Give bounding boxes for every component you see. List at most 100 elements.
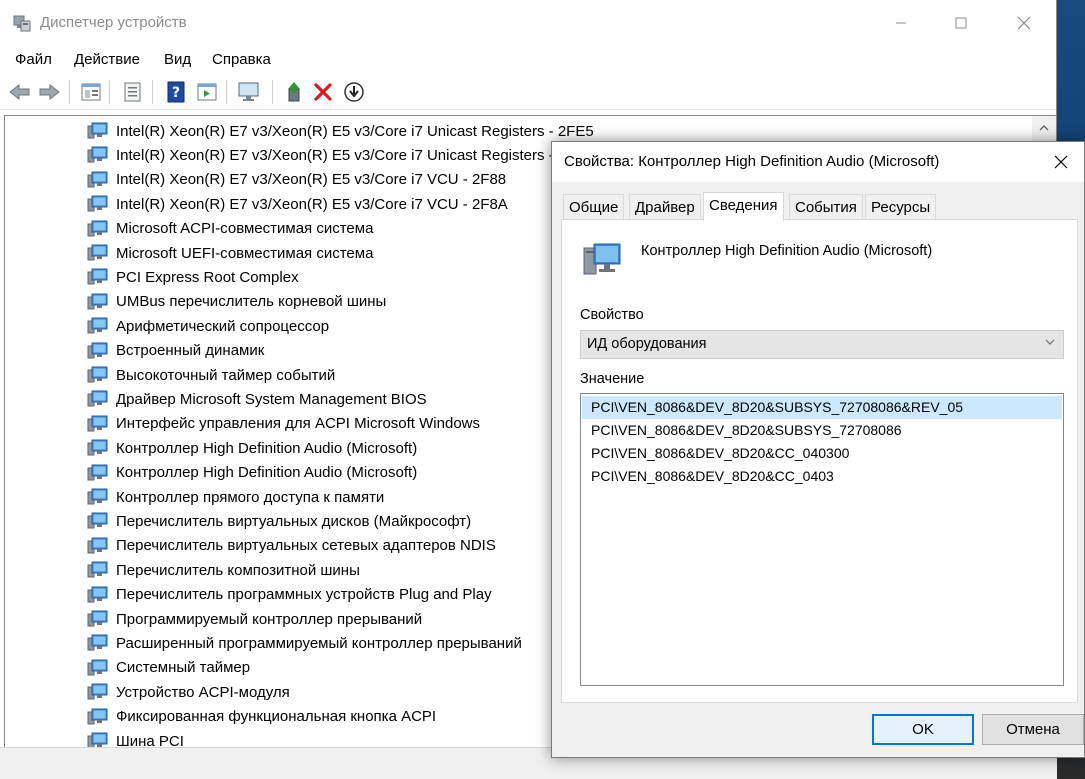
toolbar-separator bbox=[272, 80, 273, 104]
value-list[interactable]: PCI\VEN_8086&DEV_8D20&SUBSYS_72708086&RE… bbox=[580, 393, 1064, 686]
device-icon bbox=[87, 512, 108, 529]
tree-item[interactable]: Microsoft ACPI-совместимая система bbox=[87, 217, 373, 241]
properties-button[interactable] bbox=[120, 79, 146, 105]
tree-item[interactable]: Перечислитель композитной шины bbox=[87, 558, 360, 582]
property-dropdown[interactable]: ИД оборудования bbox=[580, 330, 1064, 359]
menu-bar: Файл Действие Вид Справка bbox=[0, 46, 1056, 74]
properties-icon bbox=[124, 82, 141, 102]
back-button[interactable] bbox=[7, 79, 33, 105]
action-pane-button[interactable] bbox=[194, 79, 220, 105]
device-icon bbox=[87, 610, 108, 627]
value-row[interactable]: PCI\VEN_8086&DEV_8D20&CC_040300 bbox=[582, 442, 1062, 465]
properties-dialog: Свойства: Контроллер High Definition Aud… bbox=[551, 141, 1085, 758]
window-title: Диспетчер устройств bbox=[40, 14, 187, 31]
tree-item-label: Высокоточный таймер событий bbox=[116, 366, 336, 384]
tree-item[interactable]: Перечислитель виртуальных сетевых адапте… bbox=[87, 534, 496, 558]
tree-item-label: Microsoft ACPI-совместимая система bbox=[116, 220, 374, 238]
tree-item-label: Интерфейс управления для ACPI Microsoft … bbox=[116, 415, 480, 433]
tab-details[interactable]: Сведения bbox=[703, 192, 784, 221]
close-button[interactable] bbox=[993, 0, 1055, 46]
tree-item-label: UMBus перечислитель корневой шины bbox=[116, 293, 387, 311]
device-icon bbox=[87, 561, 108, 578]
forward-arrow-icon bbox=[39, 83, 60, 101]
tab-driver[interactable]: Драйвер bbox=[629, 194, 701, 220]
show-hide-tree-button[interactable] bbox=[78, 79, 104, 105]
tree-item-label: Intel(R) Xeon(R) E7 v3/Xeon(R) E5 v3/Cor… bbox=[116, 195, 508, 213]
uninstall-button[interactable] bbox=[310, 79, 336, 105]
device-icon bbox=[87, 439, 108, 456]
tree-item-label: Контроллер High Definition Audio (Micros… bbox=[116, 464, 418, 482]
tree-item[interactable]: Арифметический сопроцессор bbox=[87, 314, 329, 338]
tree-item[interactable]: Microsoft UEFI-совместимая система bbox=[87, 241, 373, 265]
tree-item[interactable]: Системный таймер bbox=[87, 656, 250, 680]
show-hide-tree-icon bbox=[81, 83, 101, 101]
tree-item[interactable]: UMBus перечислитель корневой шины bbox=[87, 290, 386, 314]
menu-file[interactable]: Файл bbox=[15, 51, 52, 68]
maximize-icon bbox=[955, 17, 967, 29]
tree-item[interactable]: Драйвер Microsoft System Management BIOS bbox=[87, 387, 427, 411]
ok-button[interactable]: OK bbox=[872, 714, 974, 745]
tree-item[interactable]: Контроллер High Definition Audio (Micros… bbox=[87, 436, 417, 460]
scan-hardware-button[interactable] bbox=[236, 79, 262, 105]
title-bar[interactable]: Диспетчер устройств bbox=[0, 0, 1056, 46]
value-label: Значение bbox=[580, 371, 645, 387]
device-manager-app-icon bbox=[13, 15, 31, 32]
device-icon bbox=[87, 220, 108, 237]
close-icon bbox=[1017, 16, 1031, 30]
help-button[interactable]: ? bbox=[163, 79, 189, 105]
forward-button[interactable] bbox=[36, 79, 62, 105]
minimize-button[interactable] bbox=[870, 0, 932, 46]
tree-item[interactable]: Перечислитель виртуальных дисков (Майкро… bbox=[87, 509, 471, 533]
toolbar-separator bbox=[226, 80, 227, 104]
tree-item[interactable]: Intel(R) Xeon(R) E7 v3/Xeon(R) E5 v3/Cor… bbox=[87, 143, 594, 167]
device-icon bbox=[87, 293, 108, 310]
tree-item[interactable]: Шина PCI bbox=[87, 729, 184, 747]
tree-item[interactable]: PCI Express Root Complex bbox=[87, 265, 299, 289]
tree-item[interactable]: Встроенный динамик bbox=[87, 339, 264, 363]
toolbar-separator bbox=[109, 80, 110, 104]
scroll-up-button[interactable] bbox=[1032, 116, 1056, 140]
tab-events[interactable]: События bbox=[789, 194, 863, 220]
tree-item[interactable]: Intel(R) Xeon(R) E7 v3/Xeon(R) E5 v3/Cor… bbox=[87, 168, 506, 192]
tree-item[interactable]: Контроллер прямого доступа к памяти bbox=[87, 485, 384, 509]
menu-help[interactable]: Справка bbox=[212, 51, 271, 68]
tree-item[interactable]: Фиксированная функциональная кнопка ACPI bbox=[87, 705, 436, 729]
tree-item[interactable]: Перечислитель программных устройств Plug… bbox=[87, 583, 492, 607]
tree-item-label: Перечислитель программных устройств Plug… bbox=[116, 586, 492, 604]
tree-item[interactable]: Высокоточный таймер событий bbox=[87, 363, 335, 387]
dialog-close-button[interactable] bbox=[1038, 142, 1084, 182]
device-icon bbox=[87, 268, 108, 285]
maximize-button[interactable] bbox=[930, 0, 992, 46]
device-icon bbox=[87, 366, 108, 383]
device-icon bbox=[87, 732, 108, 747]
tree-item-label: Драйвер Microsoft System Management BIOS bbox=[116, 390, 427, 408]
tree-item-label: Перечислитель композитной шины bbox=[116, 561, 360, 579]
update-driver-icon bbox=[288, 82, 300, 102]
download-button[interactable] bbox=[341, 79, 367, 105]
tree-item[interactable]: Intel(R) Xeon(R) E7 v3/Xeon(R) E5 v3/Cor… bbox=[87, 119, 594, 143]
device-icon bbox=[583, 243, 621, 275]
tree-item[interactable]: Программируемый контроллер прерываний bbox=[87, 607, 422, 631]
dialog-title-bar[interactable]: Свойства: Контроллер High Definition Aud… bbox=[552, 142, 1084, 182]
value-row[interactable]: PCI\VEN_8086&DEV_8D20&SUBSYS_72708086 bbox=[582, 419, 1062, 442]
tree-item[interactable]: Intel(R) Xeon(R) E7 v3/Xeon(R) E5 v3/Cor… bbox=[87, 192, 508, 216]
device-icon bbox=[87, 390, 108, 407]
toolbar-separator bbox=[69, 80, 70, 104]
value-row[interactable]: PCI\VEN_8086&DEV_8D20&CC_0403 bbox=[582, 465, 1062, 488]
tree-item[interactable]: Контроллер High Definition Audio (Micros… bbox=[87, 461, 417, 485]
tree-item-label: Устройство ACPI-модуля bbox=[116, 683, 290, 701]
tree-item[interactable]: Устройство ACPI-модуля bbox=[87, 680, 290, 704]
tab-general[interactable]: Общие bbox=[563, 194, 625, 220]
cancel-button[interactable]: Отмена bbox=[982, 714, 1084, 745]
tree-item-label: Контроллер High Definition Audio (Micros… bbox=[116, 439, 418, 457]
value-row[interactable]: PCI\VEN_8086&DEV_8D20&SUBSYS_72708086&RE… bbox=[582, 396, 1062, 419]
device-icon bbox=[87, 195, 108, 212]
tab-resources[interactable]: Ресурсы bbox=[865, 194, 937, 220]
tree-item-label: PCI Express Root Complex bbox=[116, 268, 299, 286]
tree-item[interactable]: Интерфейс управления для ACPI Microsoft … bbox=[87, 412, 480, 436]
update-driver-button[interactable] bbox=[281, 79, 307, 105]
menu-action[interactable]: Действие bbox=[74, 51, 140, 68]
tree-item-label: Программируемый контроллер прерываний bbox=[116, 610, 423, 628]
tree-item[interactable]: Расширенный программируемый контроллер п… bbox=[87, 631, 522, 655]
menu-view[interactable]: Вид bbox=[164, 51, 191, 68]
